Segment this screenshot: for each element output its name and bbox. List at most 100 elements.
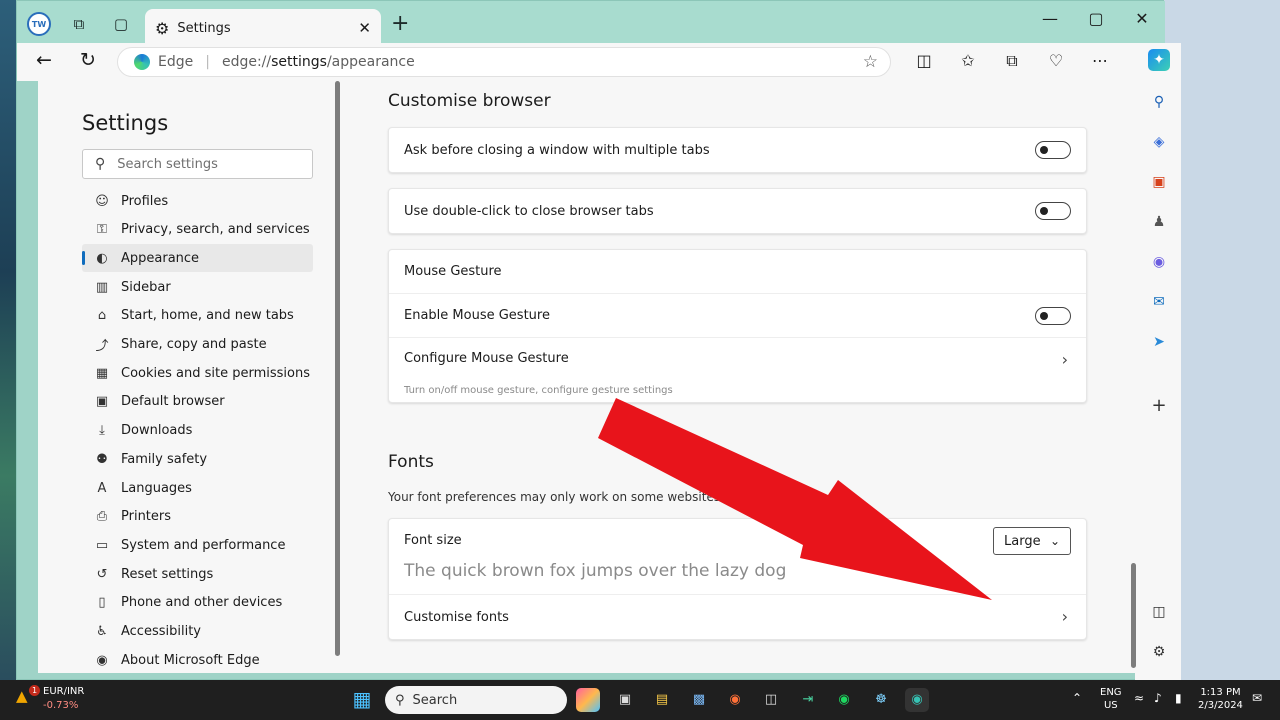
share-icon: ⤴ xyxy=(95,339,109,354)
enable-mouse-gesture-toggle[interactable] xyxy=(1035,307,1071,325)
double-click-toggle[interactable] xyxy=(1035,202,1071,220)
search-icon[interactable]: ⚲ xyxy=(1148,91,1170,113)
minimize-button[interactable]: — xyxy=(1035,9,1065,28)
shopping-tag-icon[interactable]: ◈ xyxy=(1148,131,1170,153)
ask-close-toggle[interactable] xyxy=(1035,141,1071,159)
address-url: edge://settings/appearance xyxy=(221,54,415,70)
sidebar-item-profiles[interactable]: ☺ Profiles xyxy=(82,187,313,215)
address-toolbar: ← ↻ Edge | edge://settings/appearance ☆ … xyxy=(17,43,1165,81)
sidebar-item-languages[interactable]: A Languages xyxy=(82,474,313,502)
favorite-star-icon[interactable]: ☆ xyxy=(863,52,878,72)
customise-browser-heading: Customise browser xyxy=(388,91,551,111)
configure-mouse-gesture-row[interactable]: Configure Mouse Gesture › Turn on/off mo… xyxy=(389,338,1086,402)
start-windows-icon[interactable]: ▦ xyxy=(350,688,374,712)
file-explorer-icon[interactable]: ▤ xyxy=(650,688,674,712)
language-icon: A xyxy=(97,480,107,496)
maximize-button[interactable]: ▢ xyxy=(1081,9,1111,28)
vertical-tabs-icon[interactable]: ▢ xyxy=(109,12,133,36)
snipping-tool-icon[interactable]: ◫ xyxy=(759,688,783,712)
settings-main: Customise browser Ask before closing a w… xyxy=(344,81,1136,673)
sidebar-item-appearance[interactable]: ◐ Appearance xyxy=(82,244,313,273)
favorites-icon[interactable]: ✩ xyxy=(956,51,980,70)
back-arrow-icon[interactable]: ← xyxy=(31,49,57,71)
tab-settings[interactable]: ⚙ Settings ✕ xyxy=(145,9,381,47)
configure-mouse-gesture-label: Configure Mouse Gesture xyxy=(404,351,569,366)
notification-bell-icon[interactable]: ✉ xyxy=(1252,692,1262,705)
person-icon: ☺ xyxy=(95,193,109,209)
clock[interactable]: 1:13 PM 2/3/2024 xyxy=(1198,686,1243,712)
firefox-icon[interactable]: ◉ xyxy=(723,688,747,712)
sidebar-item-label: Start, home, and new tabs xyxy=(121,308,294,324)
enable-mouse-gesture-label: Enable Mouse Gesture xyxy=(404,308,550,323)
address-separator: | xyxy=(205,54,210,70)
edge-logo-icon xyxy=(134,54,150,70)
browser-app-icon[interactable]: ☸ xyxy=(869,688,893,712)
main-scrollbar[interactable] xyxy=(1131,563,1136,668)
language-indicator[interactable]: ENG US xyxy=(1100,686,1122,712)
family-icon: ⚉ xyxy=(96,451,108,467)
sidebar-icon: ▥ xyxy=(95,279,109,295)
address-bar[interactable]: Edge | edge://settings/appearance ☆ xyxy=(117,47,891,77)
laptop-icon: ▭ xyxy=(95,537,109,553)
terminal-icon[interactable]: ⇥ xyxy=(796,688,820,712)
sidebar-item-privacy-search-and-services[interactable]: ⚿ Privacy, search, and services xyxy=(82,216,313,244)
customise-fonts-row[interactable]: Customise fonts › xyxy=(389,595,1086,639)
sidebar-item-printers[interactable]: ⎙ Printers xyxy=(82,503,313,531)
sidebar-item-share-copy-and-paste[interactable]: ⤴ Share, copy and paste xyxy=(82,331,313,359)
sidebar-item-downloads[interactable]: ⤓ Downloads xyxy=(82,417,313,445)
edge-taskbar-icon[interactable]: ◉ xyxy=(905,688,929,712)
refresh-icon[interactable]: ↻ xyxy=(75,49,101,71)
download-icon: ⤓ xyxy=(99,423,105,439)
workspaces-icon[interactable]: ⧉ xyxy=(67,12,91,36)
drop-icon[interactable]: ➤ xyxy=(1148,331,1170,353)
search-icon: ⚲ xyxy=(95,156,106,172)
volume-icon[interactable]: ♪ xyxy=(1154,692,1162,705)
chevron-down-icon: ⌄ xyxy=(1049,534,1060,548)
wifi-icon[interactable]: ≈ xyxy=(1134,692,1144,705)
sidebar-item-family-safety[interactable]: ⚉ Family safety xyxy=(82,445,313,473)
more-menu-icon[interactable]: ⋯ xyxy=(1088,51,1112,70)
spotify-icon[interactable]: ◉ xyxy=(832,688,856,712)
fonts-card: Font size Large ⌄ The quick brown fox ju… xyxy=(388,518,1087,640)
close-window-button[interactable]: ✕ xyxy=(1127,9,1157,28)
tools-icon[interactable]: ▣ xyxy=(1148,171,1170,193)
search-input[interactable]: ⚲ Search settings xyxy=(82,149,313,179)
outlook-icon[interactable]: ✉ xyxy=(1148,291,1170,313)
sidebar-item-cookies-and-site-permissions[interactable]: ▦ Cookies and site permissions xyxy=(82,359,313,387)
tab-title: Settings xyxy=(177,20,231,36)
tab-bar: TW ⧉ ▢ ⚙ Settings ✕ + — ▢ ✕ xyxy=(17,1,1165,47)
new-tab-button[interactable]: + xyxy=(391,11,409,36)
close-tab-icon[interactable]: ✕ xyxy=(358,19,371,37)
store-icon[interactable]: ▩ xyxy=(687,688,711,712)
sidebar-item-reset-settings[interactable]: ↺ Reset settings xyxy=(82,560,313,588)
edge-icon: ◉ xyxy=(96,652,108,668)
show-hidden-icons-chevron-icon[interactable]: ⌃ xyxy=(1072,692,1082,705)
battery-icon[interactable]: ▮ xyxy=(1175,692,1182,705)
sidebar-item-start-home-and-new-tabs[interactable]: ⌂ Start, home, and new tabs xyxy=(82,302,313,330)
browser-essentials-icon[interactable]: ♡ xyxy=(1044,51,1068,70)
sidebar-item-about-microsoft-edge[interactable]: ◉ About Microsoft Edge xyxy=(82,646,313,674)
copilot-icon[interactable]: ✦ xyxy=(1148,49,1170,71)
sidebar-settings-gear-icon[interactable]: ⚙ xyxy=(1148,641,1170,663)
hide-sidebar-icon[interactable]: ◫ xyxy=(1148,601,1170,623)
task-view-icon[interactable]: ▣ xyxy=(613,688,637,712)
copilot-taskbar-icon[interactable] xyxy=(576,688,600,712)
font-size-select[interactable]: Large ⌄ xyxy=(993,527,1071,555)
widget-badge: 1 xyxy=(29,685,40,696)
profile-avatar-icon[interactable]: TW xyxy=(27,12,51,36)
microsoft365-icon[interactable]: ◉ xyxy=(1148,251,1170,273)
sidebar-item-label: Default browser xyxy=(121,394,225,410)
sidebar-item-phone-and-other-devices[interactable]: ▯ Phone and other devices xyxy=(82,589,313,617)
sidebar-item-sidebar[interactable]: ▥ Sidebar xyxy=(82,273,313,301)
sidebar-item-accessibility[interactable]: ♿ Accessibility xyxy=(82,618,313,646)
add-sidebar-app-icon[interactable]: + xyxy=(1148,395,1170,417)
nav-scrollbar[interactable] xyxy=(335,81,340,656)
fonts-heading: Fonts xyxy=(388,452,434,472)
sidebar-item-system-and-performance[interactable]: ▭ System and performance xyxy=(82,531,313,559)
games-icon[interactable]: ♟ xyxy=(1148,211,1170,233)
collections-icon[interactable]: ⧉ xyxy=(1000,51,1024,71)
taskbar-search[interactable]: ⚲ Search xyxy=(385,686,567,714)
edge-sidebar: ✦ ⚲ ◈ ▣ ♟ ◉ ✉ ➤ + ◫ ⚙ xyxy=(1135,43,1181,681)
split-screen-icon[interactable]: ◫ xyxy=(912,51,936,70)
sidebar-item-default-browser[interactable]: ▣ Default browser xyxy=(82,388,313,416)
